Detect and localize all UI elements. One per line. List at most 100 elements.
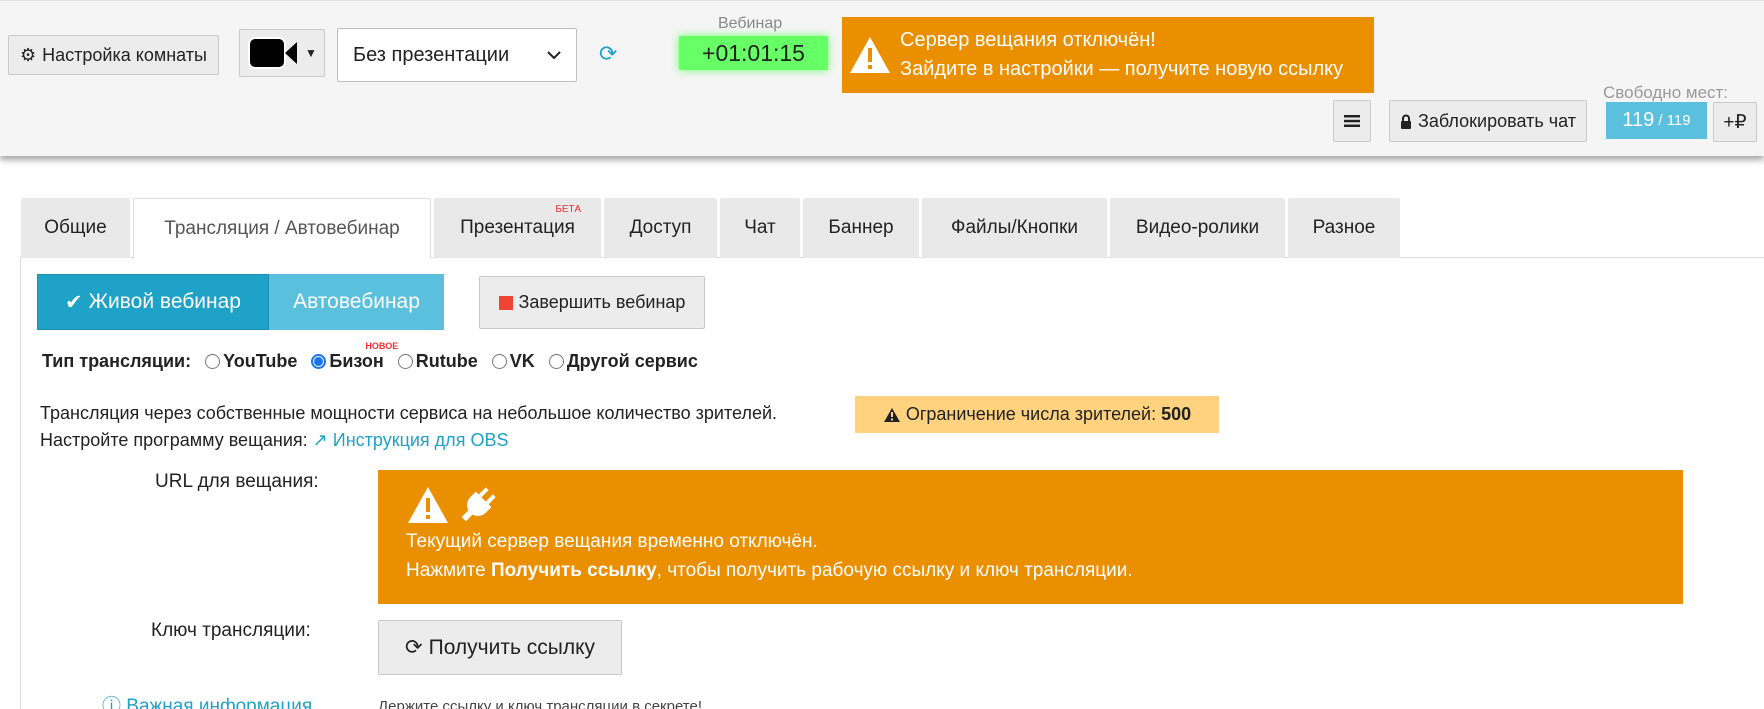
keep-secret-text: Держите ссылку и ключ трансляции в секре… [378,698,703,709]
lock-chat-button[interactable]: Заблокировать чат [1389,100,1587,142]
broadcast-type-label: Тип трансляции: [42,350,192,371]
room-settings-label: Настройка комнаты [42,44,207,65]
lock-icon [1401,114,1412,129]
tab-label: Доступ [629,217,692,238]
content-border [20,257,21,709]
get-link-button[interactable]: ⟳ Получить ссылку [378,620,622,675]
radio-button[interactable] [205,353,221,369]
seats-counter: 119 / 119 [1606,102,1707,139]
tab-label: Файлы/Кнопки [951,217,1078,238]
refresh-icon: ⟳ [404,636,423,659]
live-webinar-label: Живой вебинар [88,290,241,313]
server-alert-text: Зайдите в настройки — получите новую ссы… [900,58,1344,80]
radio-button-checked[interactable] [311,353,327,369]
beta-badge: БЕТА [555,204,581,215]
warning-icon [408,487,448,523]
chevron-down-icon [547,51,561,60]
end-webinar-label: Завершить вебинар [518,292,686,312]
tab-chat[interactable]: Чат [720,198,800,258]
radio-button[interactable] [491,353,507,369]
check-icon: ✔ [65,290,83,314]
tab-label: Трансляция / Автовебинар [164,217,400,239]
setup-row: Настройте программу вещания: ↗ Инструкци… [40,430,508,451]
get-link-label: Получить ссылку [428,635,595,659]
plug-icon [461,487,496,522]
radio-label: Бизон [329,350,384,371]
important-info-link[interactable]: ⓘ Важная информация [102,691,312,709]
radio-youtube[interactable]: YouTube [205,351,297,372]
tab-general[interactable]: Общие [21,198,130,258]
auto-webinar-label: Автовебинар [293,290,420,313]
gear-icon: ⚙ [20,44,37,65]
tab-misc[interactable]: Разное [1288,198,1400,258]
stop-icon [498,295,513,310]
tab-label: Баннер [828,217,894,238]
lock-chat-label: Заблокировать чат [1418,110,1576,131]
webinar-label: Вебинар [718,15,783,32]
new-badge: НОВОЕ [365,340,399,351]
tab-label: Чат [744,217,776,238]
setup-text: Настройте программу вещания: [40,430,308,450]
server-alert-title: Сервер вещания отключён! [900,29,1156,51]
top-header: ⚙ Настройка комнаты ▼ Без презентации ⟳ … [0,0,1764,156]
end-webinar-button[interactable]: Завершить вебинар [479,276,705,329]
url-alert-suffix: , чтобы получить рабочую ссылку и ключ т… [656,560,1133,581]
important-info-label: Важная информация [126,696,313,709]
auto-webinar-button[interactable]: Автовебинар [269,274,444,330]
radio-button[interactable] [548,353,564,369]
refresh-icon[interactable]: ⟳ [599,41,617,67]
hamburger-icon [1344,115,1360,127]
seats-label: Свободно мест: [1603,83,1729,102]
key-label: Ключ трансляции: [151,620,311,641]
radio-label: Другой сервис [566,350,698,371]
url-label: URL для вещания: [155,471,319,492]
add-seats-button[interactable]: +₽ [1713,102,1757,142]
tab-videos[interactable]: Видео-ролики [1110,198,1285,258]
obs-instruction-link[interactable]: ↗ Инструкция для OBS [313,430,509,450]
server-alert: Сервер вещания отключён! Зайдите в настр… [842,17,1374,93]
live-webinar-button[interactable]: ✔ Живой вебинар [37,274,269,330]
url-alert: Текущий сервер вещания временно отключён… [378,470,1683,604]
viewer-limit-label: Ограничение числа зрителей: [905,404,1157,424]
broadcast-description: Трансляция через собственные мощности се… [40,403,778,423]
info-icon: ⓘ [102,696,122,709]
tab-presentation[interactable]: Презентация БЕТА [434,198,601,258]
obs-link-label: Инструкция для OBS [332,430,509,450]
tab-access[interactable]: Доступ [604,198,717,258]
url-alert-line2: Нажмите Получить ссылку, чтобы получить … [406,556,1655,585]
tab-broadcast[interactable]: Трансляция / Автовебинар [133,198,431,259]
seats-total: / 119 [1658,112,1691,129]
viewer-limit-value: 500 [1161,404,1192,424]
radio-label: VK [509,350,535,371]
tab-banner[interactable]: Баннер [803,198,919,258]
radio-label: Rutube [415,350,478,371]
radio-rutube[interactable]: Rutube [397,350,478,372]
webinar-timer: +01:01:15 [679,36,828,70]
broadcast-type-row: Тип трансляции: YouTube Бизон НОВОЕ Rutu… [42,341,712,374]
radio-other-service[interactable]: Другой сервис [548,350,698,372]
radio-vk[interactable]: VK [491,350,535,372]
viewer-limit-badge: Ограничение числа зрителей: 500 [855,396,1219,433]
presentation-select-value: Без презентации [353,43,510,66]
url-alert-prefix: Нажмите [406,560,486,581]
tab-files-buttons[interactable]: Файлы/Кнопки [922,198,1107,258]
presentation-select[interactable]: Без презентации [337,28,577,82]
tab-label: Презентация [460,217,575,238]
menu-button[interactable] [1333,100,1371,142]
url-alert-line1: Текущий сервер вещания временно отключён… [406,531,818,552]
tab-label: Общие [44,217,107,238]
radio-button[interactable] [397,353,413,369]
chevron-down-icon: ▼ [305,46,317,60]
warning-icon [883,407,900,422]
url-alert-bold: Получить ссылку [491,560,657,581]
tab-label: Видео-ролики [1135,217,1260,238]
radio-label: YouTube [223,350,298,371]
radio-bizon[interactable]: Бизон НОВОЕ [311,341,398,372]
room-settings-button[interactable]: ⚙ Настройка комнаты [8,35,219,75]
video-camera-icon [248,37,298,69]
seats-free: 119 [1622,109,1655,131]
camera-dropdown-button[interactable]: ▼ [239,29,325,77]
external-link-icon: ↗ [312,430,328,450]
tab-label: Разное [1312,217,1376,238]
warning-icon [850,37,890,73]
